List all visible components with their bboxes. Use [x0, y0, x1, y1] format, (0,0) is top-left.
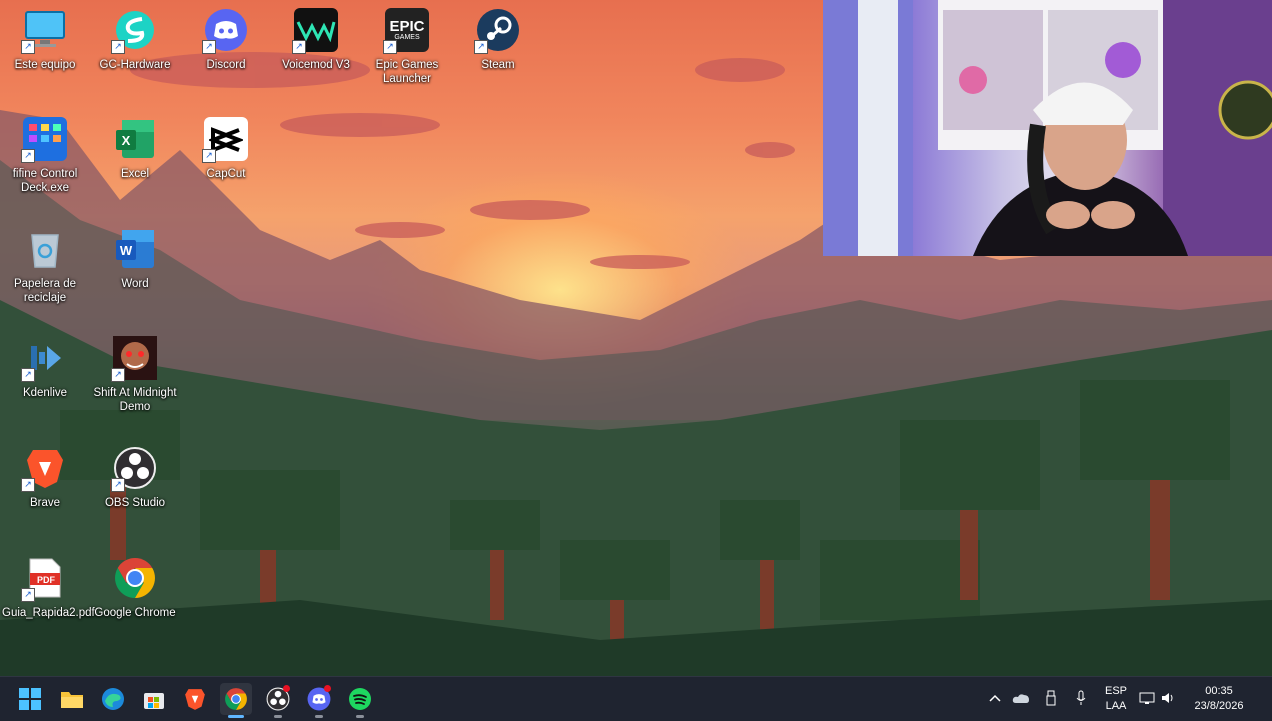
- taskbar: ESP LAA 00:35 23/8/2026: [0, 676, 1272, 721]
- folder-icon: [61, 692, 83, 708]
- desktop-icon-label: Epic Games Launcher: [375, 59, 439, 85]
- desktop-icon-pdf[interactable]: PDF ↗ Guia_Rapida2.pdf: [2, 556, 95, 620]
- taskbar-store[interactable]: [138, 683, 170, 715]
- language-code: ESP: [1104, 685, 1127, 697]
- desktop-icon-label: GC-Hardware: [99, 59, 171, 71]
- desktop-icon-label: Excel: [120, 168, 150, 180]
- taskbar-file-explorer[interactable]: [56, 683, 88, 715]
- running-indicator: [274, 715, 282, 718]
- chevron-up-icon[interactable]: [984, 693, 1006, 705]
- desktop-icon-label: Kdenlive: [22, 387, 68, 399]
- webcam-overlay: [823, 0, 1272, 256]
- desktop-icon-gc-hardware[interactable]: ↗ GC-Hardware: [92, 8, 178, 72]
- desktop-icon-label: Papelera de reciclaje: [13, 278, 77, 304]
- taskbar-brave[interactable]: [179, 683, 211, 715]
- desktop-icon-fifine[interactable]: ↗ fifine Control Deck.exe: [2, 117, 88, 195]
- desktop-icon-discord[interactable]: ↗ Discord: [183, 8, 269, 72]
- gc-hardware-icon: ↗: [111, 8, 157, 54]
- desktop-icon-label: Discord: [206, 59, 246, 71]
- steam-icon: ↗: [474, 8, 520, 54]
- desktop-icon-steam[interactable]: ↗ Steam: [455, 8, 541, 72]
- computer-icon: ↗: [21, 8, 67, 54]
- running-indicator: [315, 715, 323, 718]
- pdf-icon: PDF ↗: [21, 556, 67, 602]
- store-icon: [144, 693, 164, 709]
- language-indicator[interactable]: ESP LAA: [1096, 684, 1136, 714]
- excel-icon: X: [113, 117, 157, 161]
- windows-start-icon: [19, 688, 41, 710]
- desktop-icon-label: Shift At Midnight Demo: [93, 387, 177, 413]
- running-indicator: [228, 715, 244, 718]
- clock[interactable]: 00:35 23/8/2026: [1184, 684, 1254, 714]
- desktop-icon-kdenlive[interactable]: ↗ Kdenlive: [2, 336, 88, 400]
- capcut-icon: ↗: [202, 117, 248, 163]
- svg-text:W: W: [120, 243, 133, 258]
- taskbar-obs[interactable]: [262, 683, 294, 718]
- recording-badge: [283, 685, 290, 692]
- taskbar-discord[interactable]: [303, 683, 335, 718]
- desktop-icon-excel[interactable]: X Excel: [92, 117, 178, 181]
- chrome-icon: [225, 688, 247, 710]
- desktop-icon-label: Word: [121, 278, 149, 290]
- desktop-icon-label: Este equipo: [14, 59, 76, 71]
- clock-time: 00:35: [1205, 685, 1233, 697]
- desktop-icon-chrome[interactable]: Google Chrome: [92, 556, 178, 620]
- usb-icon[interactable]: [1036, 690, 1066, 709]
- notification-badge: [324, 685, 331, 692]
- brave-icon: ↗: [21, 446, 67, 492]
- desktop-icon-label: Brave: [29, 497, 61, 509]
- edge-icon: [102, 688, 124, 710]
- taskbar-chrome[interactable]: [220, 683, 252, 718]
- recycle-bin-icon: [23, 227, 67, 271]
- desktop-icon-voicemod[interactable]: ↗ Voicemod V3: [273, 8, 359, 72]
- desktop-icon-label: Voicemod V3: [282, 59, 350, 71]
- chrome-icon: [113, 556, 157, 600]
- volume-icon[interactable]: [1158, 691, 1178, 708]
- desktop-icon-label: fifine Control Deck.exe: [12, 168, 78, 194]
- taskbar-spotify[interactable]: [344, 683, 376, 718]
- desktop-icon-word[interactable]: W Word: [92, 227, 178, 291]
- fifine-icon: ↗: [21, 117, 67, 163]
- desktop-icon-este-equipo[interactable]: ↗ Este equipo: [2, 8, 88, 72]
- microphone-icon[interactable]: [1066, 690, 1096, 709]
- clock-date: 23/8/2026: [1194, 700, 1244, 712]
- network-icon[interactable]: [1136, 691, 1158, 708]
- running-indicator: [356, 715, 364, 718]
- desktop-icon-label: OBS Studio: [104, 497, 166, 509]
- system-tray: ESP LAA 00:35 23/8/2026: [984, 677, 1272, 721]
- taskbar-start-button[interactable]: [14, 683, 46, 715]
- pdf-badge-text: PDF: [37, 575, 55, 585]
- desktop-icon-obs[interactable]: ↗ OBS Studio: [92, 446, 178, 510]
- voicemod-icon: ↗: [292, 8, 338, 54]
- keyboard-layout: LAA: [1105, 700, 1127, 712]
- taskbar-edge[interactable]: [97, 683, 129, 715]
- desktop-icon-label: Google Chrome: [94, 607, 176, 619]
- desktop-icon-shift-at-midnight[interactable]: ↗ Shift At Midnight Demo: [92, 336, 178, 414]
- kdenlive-icon: ↗: [21, 336, 67, 382]
- shift-at-midnight-icon: ↗: [111, 336, 157, 382]
- brave-icon: [185, 689, 205, 710]
- desktop-icon-label: Steam: [481, 59, 515, 71]
- webcam-feed-image: [823, 0, 1272, 256]
- epic-logo-subtext: GAMES: [394, 33, 420, 41]
- desktop-icon-recycle-bin[interactable]: Papelera de reciclaje: [2, 227, 88, 305]
- spotify-icon: [349, 688, 371, 710]
- discord-icon: ↗: [202, 8, 248, 54]
- desktop-icon-epic-games[interactable]: EPIC GAMES ↗ Epic Games Launcher: [364, 8, 450, 86]
- onedrive-icon[interactable]: [1006, 692, 1036, 707]
- desktop-icon-label: CapCut: [206, 168, 246, 180]
- epic-logo-text: EPIC: [389, 17, 425, 35]
- word-icon: W: [113, 227, 157, 271]
- desktop-icon-capcut[interactable]: ↗ CapCut: [183, 117, 269, 181]
- svg-text:X: X: [122, 133, 131, 148]
- desktop-icon-brave[interactable]: ↗ Brave: [2, 446, 88, 510]
- epic-games-icon: EPIC GAMES ↗: [383, 8, 429, 54]
- desktop-icon-label: Guia_Rapida2.pdf: [2, 607, 95, 619]
- obs-icon: ↗: [111, 446, 157, 492]
